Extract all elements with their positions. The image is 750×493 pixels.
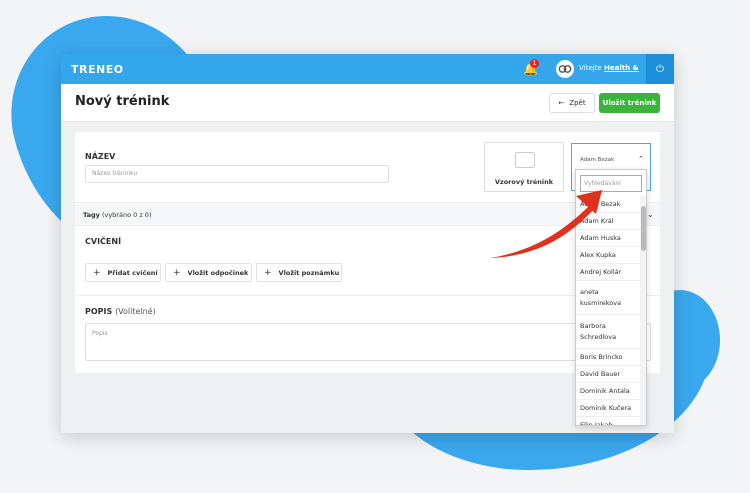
- power-icon: ⏻: [656, 63, 664, 75]
- dropdown-scrollbar[interactable]: [640, 196, 646, 425]
- tags-title: Tagy: [83, 211, 100, 219]
- scrollbar-thumb[interactable]: [641, 206, 646, 251]
- add-note-label: Vložit poznámku: [278, 268, 340, 277]
- back-label: Zpět: [569, 99, 586, 107]
- list-item[interactable]: Andrej Kollár: [576, 264, 640, 281]
- description-textarea[interactable]: Popis: [85, 323, 651, 361]
- notification-badge: 1: [530, 59, 539, 68]
- image-icon: [515, 152, 535, 168]
- list-item[interactable]: Dominik Antala: [576, 383, 640, 400]
- add-rest-button[interactable]: + Vložit odpočinek: [165, 263, 252, 282]
- name-label: NÁZEV: [85, 152, 116, 161]
- title-bar: Nový trénink ← Zpět Uložit trénink: [61, 84, 674, 122]
- power-button[interactable]: ⏻: [646, 54, 674, 84]
- plus-icon: +: [93, 267, 101, 278]
- tags-label: Tagy (vybráno 0 z 0): [83, 211, 151, 219]
- add-exercise-label: Přidat cvičení: [107, 268, 158, 277]
- user-greeting[interactable]: Vítejte Health &: [579, 64, 639, 72]
- list-item[interactable]: Adam Huska: [576, 230, 640, 247]
- template-label: Vzorový trénink: [494, 178, 554, 186]
- list-item[interactable]: aneta kusmirekova: [576, 281, 640, 315]
- list-item[interactable]: Adam Bezak: [576, 196, 640, 213]
- list-item[interactable]: Barbora Schredlova: [576, 315, 640, 349]
- description-label: POPIS (Volitelné): [85, 307, 156, 316]
- client-dropdown: Vyhledávání Adam Bezak Adam Král Adam Hu…: [575, 169, 647, 426]
- avatar[interactable]: [556, 60, 574, 78]
- list-item[interactable]: Filip Jakab: [576, 417, 640, 425]
- description-title: POPIS: [85, 307, 113, 316]
- add-exercise-button[interactable]: + Přidat cvičení: [85, 263, 161, 282]
- list-item[interactable]: David Bauer: [576, 366, 640, 383]
- chevron-up-icon[interactable]: ⌃: [638, 155, 644, 163]
- add-note-button[interactable]: + Vložit poznámku: [256, 263, 342, 282]
- description-optional: (Volitelné): [115, 307, 156, 316]
- chevron-down-icon[interactable]: ⌄: [647, 210, 654, 219]
- greeting-text: Vítejte: [579, 64, 602, 72]
- back-button[interactable]: ← Zpět: [549, 93, 595, 113]
- tags-count: (vybráno 0 z 0): [101, 211, 152, 219]
- divider: [75, 295, 660, 296]
- list-item[interactable]: Adam Král: [576, 213, 640, 230]
- exercises-label: CVIČENÍ: [85, 237, 122, 246]
- list-item[interactable]: Dominik Kučera: [576, 400, 640, 417]
- page-title: Nový trénink: [75, 94, 170, 109]
- chevron-down-icon[interactable]: ⌄: [632, 63, 638, 71]
- template-button[interactable]: Vzorový trénink: [484, 142, 564, 192]
- plus-icon: +: [264, 267, 272, 278]
- save-button[interactable]: Uložit trénink: [599, 93, 660, 113]
- arrow-left-icon: ←: [558, 99, 565, 107]
- tags-row[interactable]: Tagy (vybráno 0 z 0) ⌄: [75, 202, 660, 226]
- top-bar: TRENEO 🔔 1 Vítejte Health & ⌄ ⏻: [61, 54, 674, 84]
- list-item[interactable]: Alex Kupka: [576, 247, 640, 264]
- dropdown-search-input[interactable]: Vyhledávání: [580, 175, 642, 192]
- app-logo[interactable]: TRENEO: [71, 63, 124, 76]
- list-item[interactable]: Boris Brincko: [576, 349, 640, 366]
- plus-icon: +: [173, 267, 181, 278]
- client-select-value: Adam Bezak: [580, 157, 615, 163]
- dropdown-list: Adam Bezak Adam Král Adam Huska Alex Kup…: [576, 196, 640, 425]
- avatar-icon: [558, 65, 572, 73]
- name-input[interactable]: Název tréninku: [85, 165, 389, 183]
- add-rest-label: Vložit odpočinek: [187, 268, 249, 277]
